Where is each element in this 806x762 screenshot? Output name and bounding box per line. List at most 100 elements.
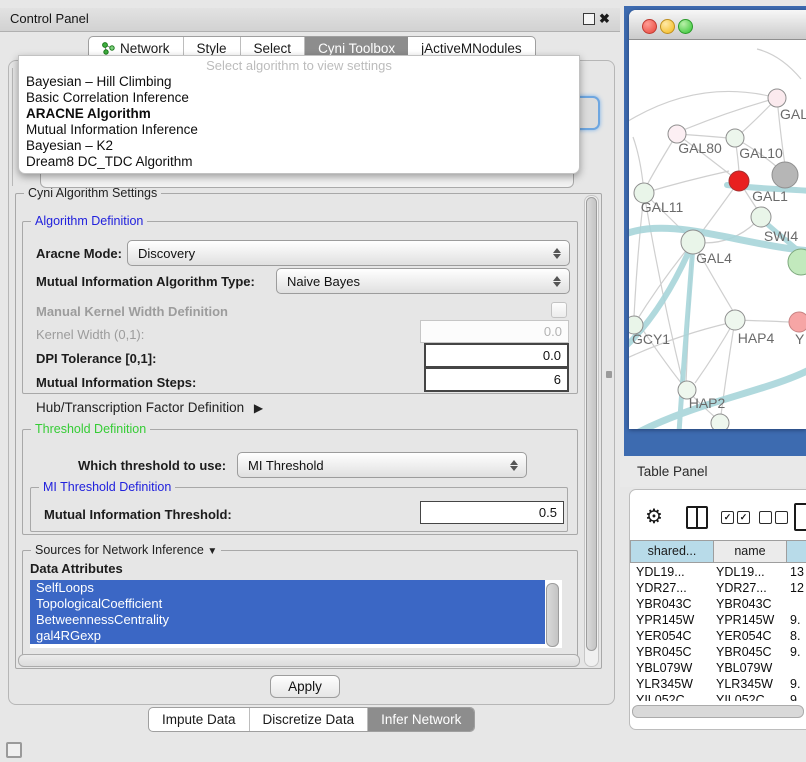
dropdown-item[interactable]: Basic Correlation Inference: [19, 90, 579, 106]
sources-group-title: Sources for Network Inference ▼: [31, 543, 221, 557]
tab-discretize-data[interactable]: Discretize Data: [250, 708, 369, 731]
table-row[interactable]: YIL052CYIL052C9: [630, 692, 806, 701]
algorithm-dropdown-popup: Select algorithm to view settings Bayesi…: [18, 55, 580, 174]
checked-checkbox-icon[interactable]: ✓: [721, 511, 734, 524]
collapse-down-icon[interactable]: ▼: [207, 546, 217, 557]
node-label: SWI4: [764, 228, 798, 244]
stepper-arrows-icon: [506, 460, 522, 471]
hub-definition-toggle[interactable]: Hub/Transcription Factor Definition ▶: [36, 400, 263, 415]
node-label: GAL: [780, 106, 806, 122]
kernel-width-field[interactable]: 0.0: [420, 320, 569, 343]
node-bottom-partial[interactable]: [711, 414, 729, 429]
dropdown-item[interactable]: Dream8 DC_TDC Algorithm: [19, 154, 579, 170]
table-hscrollbar-thumb[interactable]: [632, 705, 804, 718]
splitter-handle[interactable]: [606, 371, 612, 378]
table-row[interactable]: YDL19...YDL19...13: [630, 564, 806, 580]
column-header-shared[interactable]: shared...: [630, 540, 714, 563]
mi-threshold-group-title: MI Threshold Definition: [39, 480, 175, 494]
kernel-width-label: Kernel Width (0,1):: [36, 327, 144, 342]
node-red-selected[interactable]: [729, 171, 749, 191]
table-row[interactable]: YBR043CYBR043C: [630, 596, 806, 612]
mi-threshold-label: Mutual Information Threshold:: [44, 507, 232, 522]
stepper-arrows-icon: [549, 276, 565, 287]
resize-grip[interactable]: [6, 742, 22, 758]
hidden-groupbox-edge: [12, 68, 13, 186]
node-gray[interactable]: [772, 162, 798, 188]
attribute-item[interactable]: BetweennessCentrality: [30, 612, 545, 628]
zoom-traffic-light[interactable]: [678, 19, 693, 34]
dropdown-placeholder: Select algorithm to view settings: [19, 58, 579, 74]
control-panel-title: Control Panel: [10, 11, 89, 26]
node-hap4[interactable]: [725, 310, 745, 330]
which-threshold-label: Which threshold to use:: [78, 458, 226, 473]
settings-group-title: Cyni Algorithm Settings: [24, 186, 161, 200]
screen: Control Panel ✖ Network Style Select Cyn…: [0, 0, 806, 762]
node-gal-partial[interactable]: [768, 89, 786, 107]
table-row[interactable]: YPR145WYPR145W9.: [630, 612, 806, 628]
node-label: Y: [795, 331, 805, 347]
node-green[interactable]: [788, 249, 806, 275]
node-label: HAP4: [738, 330, 775, 346]
column-header-name[interactable]: name: [713, 540, 787, 563]
manual-kernel-label: Manual Kernel Width Definition: [36, 304, 228, 319]
which-threshold-combo[interactable]: MI Threshold: [237, 452, 527, 478]
float-window-icon[interactable]: [583, 13, 595, 25]
settings-hscrollbar-thumb[interactable]: [18, 654, 580, 667]
dpi-tolerance-field[interactable]: 0.0: [424, 343, 569, 368]
close-traffic-light[interactable]: [642, 19, 657, 34]
stepper-arrows-icon: [549, 248, 565, 259]
attribute-item[interactable]: gal4RGexp: [30, 628, 545, 644]
network-icon: [102, 42, 115, 55]
node-label: GAL10: [739, 145, 783, 161]
attribute-item[interactable]: SelfLoops: [30, 580, 545, 596]
expand-right-icon: ▶: [254, 401, 263, 415]
data-attributes-label: Data Attributes: [30, 561, 123, 576]
close-icon[interactable]: ✖: [598, 12, 611, 25]
network-canvas[interactable]: GAL GAL80 GAL10 GAL1 GAL11 SWI4 GAL4 GCY…: [629, 39, 806, 429]
settings-vscrollbar-thumb[interactable]: [586, 197, 597, 651]
settings-gear-icon[interactable]: ⚙: [645, 504, 663, 529]
table-panel-title: Table Panel: [637, 464, 708, 479]
unchecked-checkbox-icon[interactable]: [775, 511, 788, 524]
mi-steps-field[interactable]: 6: [424, 367, 569, 392]
partial-toolbar-icon[interactable]: [794, 503, 806, 531]
node-salmon[interactable]: [789, 312, 806, 332]
tab-infer-network[interactable]: Infer Network: [368, 708, 474, 731]
node-label: HAP2: [689, 395, 726, 411]
dropdown-item-selected[interactable]: ARACNE Algorithm: [19, 106, 579, 122]
dropdown-item[interactable]: Mutual Information Inference: [19, 122, 579, 138]
tab-network-label: Network: [120, 41, 170, 56]
data-attributes-list: SelfLoops TopologicalCoefficient Between…: [30, 580, 562, 648]
attribute-item[interactable]: TopologicalCoefficient: [30, 596, 545, 612]
minimize-traffic-light[interactable]: [660, 19, 675, 34]
tab-impute-data[interactable]: Impute Data: [149, 708, 250, 731]
node-label: GCY1: [632, 331, 670, 347]
dpi-tolerance-label: DPI Tolerance [0,1]:: [36, 351, 156, 366]
network-window-titlebar[interactable]: [629, 10, 806, 40]
mi-type-label: Mutual Information Algorithm Type:: [36, 274, 255, 289]
table-row[interactable]: YLR345WYLR345W9.: [630, 676, 806, 692]
node-label: GAL11: [641, 199, 684, 215]
table-row[interactable]: YBL079WYBL079W: [630, 660, 806, 676]
node-swi4[interactable]: [751, 207, 771, 227]
manual-kernel-checkbox[interactable]: [551, 302, 567, 318]
checked-checkbox-icon[interactable]: ✓: [737, 511, 750, 524]
aracne-mode-combo[interactable]: Discovery: [127, 240, 570, 266]
table-row[interactable]: YER054CYER054C8.: [630, 628, 806, 644]
table-row[interactable]: YBR045CYBR045C9.: [630, 644, 806, 660]
table-body: YDL19...YDL19...13 YDR27...YDR27...12 YB…: [630, 564, 806, 701]
column-header-partial[interactable]: [786, 540, 806, 563]
table-panel-titlebar: Table Panel: [620, 456, 806, 487]
dropdown-item[interactable]: Bayesian – K2: [19, 138, 579, 154]
table-row[interactable]: YDR27...YDR27...12: [630, 580, 806, 596]
mi-type-combo[interactable]: Naive Bayes: [276, 268, 570, 294]
mi-threshold-field[interactable]: 0.5: [420, 501, 564, 524]
network-window: GAL GAL80 GAL10 GAL1 GAL11 SWI4 GAL4 GCY…: [629, 10, 806, 429]
split-columns-icon[interactable]: [686, 506, 708, 529]
node-label: GAL4: [696, 250, 732, 266]
algorithm-definition-title: Algorithm Definition: [31, 214, 147, 228]
apply-button[interactable]: Apply: [270, 675, 340, 698]
attributes-scrollbar-thumb[interactable]: [546, 583, 559, 647]
dropdown-item[interactable]: Bayesian – Hill Climbing: [19, 74, 579, 90]
unchecked-checkbox-icon[interactable]: [759, 511, 772, 524]
